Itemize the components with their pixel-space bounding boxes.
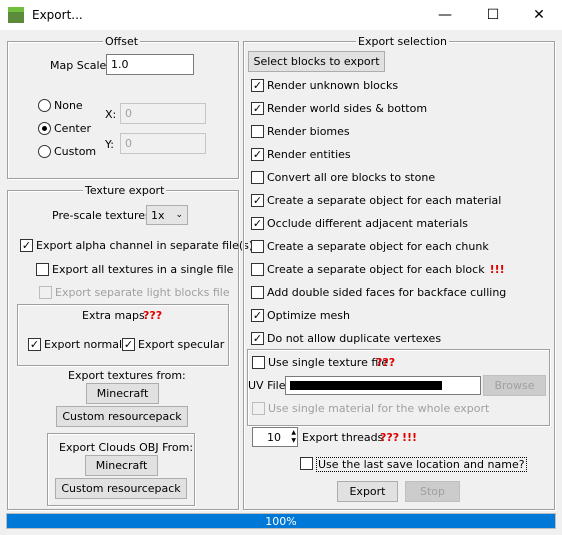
uv-file-input[interactable] (285, 376, 481, 395)
x-label: X: (105, 108, 117, 121)
option-label: Occlude different adjacent materials (267, 217, 469, 230)
option-checkbox[interactable] (251, 263, 264, 276)
option-label: Render biomes (267, 125, 350, 138)
normal-label: Export normal (44, 338, 123, 351)
custom-resourcepack-button[interactable]: Custom resourcepack (56, 406, 188, 427)
extra-maps-marks: ??? (143, 309, 163, 322)
spinner-arrows-icon[interactable]: ▲ ▼ (291, 429, 296, 445)
y-label: Y: (105, 138, 114, 151)
textures-from-label: Export textures from: (68, 369, 186, 382)
last-save-checkbox[interactable] (300, 457, 313, 470)
threads-spinner[interactable]: 10 ▲ ▼ (252, 427, 298, 447)
radio-custom-label: Custom (54, 145, 97, 158)
option-label: Convert all ore blocks to stone (267, 171, 436, 184)
radio-none[interactable] (38, 99, 51, 112)
chevron-down-icon: ⌄ (175, 210, 183, 220)
option-checkbox[interactable]: ✓ (251, 309, 264, 322)
uv-file-label: UV File: (248, 379, 290, 392)
clouds-custom-resourcepack-button[interactable]: Custom resourcepack (55, 478, 187, 499)
threads-value: 10 (267, 430, 281, 444)
close-button[interactable]: ✕ (516, 0, 562, 30)
threads-marks-exclaim: !!! (402, 431, 418, 444)
option-label: Create a separate object for each chunk (267, 240, 489, 253)
radio-center-label: Center (54, 122, 92, 135)
export-selection-legend: Export selection (356, 35, 449, 48)
option-label: Do not allow duplicate vertexes (267, 332, 442, 345)
texture-export-legend: Texture export (83, 184, 167, 197)
alpha-checkbox[interactable]: ✓ (20, 239, 33, 252)
clouds-minecraft-button[interactable]: Minecraft (85, 455, 158, 476)
clouds-label: Export Clouds OBJ From: (59, 441, 194, 454)
specular-checkbox[interactable]: ✓ (122, 338, 135, 351)
option-checkbox[interactable]: ✓ (251, 194, 264, 207)
option-warning-marks: !!! (489, 263, 505, 276)
redacted-path (290, 381, 442, 390)
stop-button[interactable]: Stop (405, 481, 460, 502)
light-blocks-label: Export separate light blocks file (55, 286, 230, 299)
x-input[interactable]: 0 (120, 103, 206, 124)
map-scale-label: Map Scale: (50, 59, 111, 72)
minimize-button[interactable]: — (422, 0, 468, 30)
single-texture-checkbox[interactable] (252, 356, 265, 369)
option-checkbox[interactable] (251, 286, 264, 299)
radio-none-label: None (54, 99, 83, 112)
option-label: Render world sides & bottom (267, 102, 428, 115)
threads-marks-question: ??? (380, 431, 400, 444)
threads-label: Export threads (302, 431, 384, 444)
progress-bar: 100% (6, 513, 556, 529)
map-scale-input[interactable]: 1.0 (106, 54, 194, 75)
extra-maps-label: Extra maps (82, 309, 145, 322)
single-material-label: Use single material for the whole export (268, 402, 490, 415)
browse-button[interactable]: Browse (483, 375, 546, 396)
single-file-label: Export all textures in a single file (52, 263, 234, 276)
option-checkbox[interactable] (251, 240, 264, 253)
progress-label: 100% (265, 514, 297, 528)
prescale-select[interactable]: 1x ⌄ (146, 205, 188, 225)
option-label: Render entities (267, 148, 351, 161)
y-input[interactable]: 0 (120, 133, 206, 154)
option-checkbox[interactable]: ✓ (251, 102, 264, 115)
prescale-label: Pre-scale textures: (52, 209, 155, 222)
option-label: Create a separate object for each block!… (267, 263, 505, 276)
offset-legend: Offset (103, 35, 141, 48)
window-title: Export... (32, 8, 83, 22)
single-file-checkbox[interactable] (36, 263, 49, 276)
single-texture-label: Use single texture file (268, 356, 389, 369)
single-texture-marks: ??? (376, 356, 396, 369)
minecraft-button[interactable]: Minecraft (86, 383, 159, 404)
export-button[interactable]: Export (337, 481, 398, 502)
specular-label: Export specular (138, 338, 225, 351)
select-blocks-button[interactable]: Select blocks to export (248, 51, 385, 72)
option-checkbox[interactable]: ✓ (251, 79, 264, 92)
option-label: Add double sided faces for backface cull… (267, 286, 507, 299)
option-label: Create a separate object for each materi… (267, 194, 502, 207)
radio-custom[interactable] (38, 145, 51, 158)
option-label: Optimize mesh (267, 309, 351, 322)
prescale-value: 1x (151, 208, 165, 222)
radio-center[interactable] (38, 122, 51, 135)
alpha-label: Export alpha channel in separate file(s) (36, 239, 254, 252)
option-checkbox[interactable]: ✓ (251, 217, 264, 230)
maximize-button[interactable]: ☐ (470, 0, 516, 30)
single-material-checkbox[interactable] (252, 402, 265, 415)
last-save-label: Use the last save location and name? (316, 457, 527, 472)
option-checkbox[interactable]: ✓ (251, 332, 264, 345)
app-icon (8, 7, 24, 23)
option-checkbox[interactable]: ✓ (251, 148, 264, 161)
light-blocks-checkbox[interactable] (39, 286, 52, 299)
normal-checkbox[interactable]: ✓ (28, 338, 41, 351)
option-checkbox[interactable] (251, 171, 264, 184)
option-label: Render unknown blocks (267, 79, 399, 92)
option-checkbox[interactable] (251, 125, 264, 138)
